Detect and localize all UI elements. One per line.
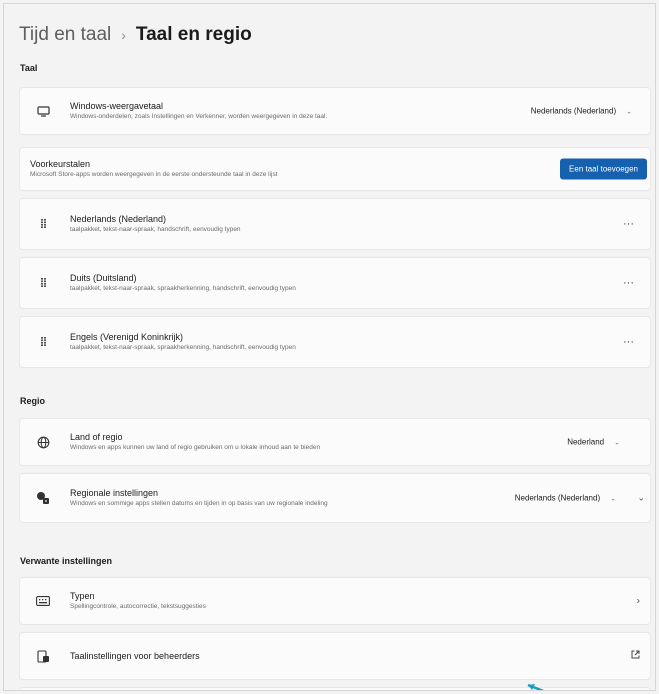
country-value: Nederland [567,437,605,447]
next-row-partial[interactable] [19,687,651,690]
country-region-desc: Windows en apps kunnen uw land of regio … [70,444,321,451]
chevron-down-icon: ⌄ [610,495,616,502]
admin-language-title: Taalinstellingen voor beheerders [70,651,200,661]
display-language-title: Windows-weergavetaal [70,101,164,111]
regional-format-row[interactable]: Regionale instellingen Windows en sommig… [19,473,651,523]
breadcrumb: Tijd en taal › Taal en regio [19,24,252,46]
pointer-arrow-icon [527,683,545,690]
expand-chevron-icon[interactable]: ⌄ [637,493,645,504]
chevron-down-icon: ⌄ [626,108,632,115]
language-item-title: Duits (Duitsland) [70,273,137,283]
more-options-icon[interactable]: ··· [623,277,634,289]
drag-handle-icon[interactable]: ⁞⁞ [35,334,51,350]
display-language-dropdown[interactable]: Nederlands (Nederland) ⌄ [523,103,640,120]
typing-title: Typen [70,591,95,601]
country-dropdown[interactable]: Nederland ⌄ [559,434,628,451]
preferred-languages-title: Voorkeurstalen [30,159,91,169]
drag-handle-icon[interactable]: ⁞⁞ [35,216,51,232]
typing-desc: Spellingcontrole, autocorrectie, tekstsu… [70,603,206,610]
more-options-icon[interactable]: ··· [623,336,634,348]
regional-format-title: Regionale instellingen [70,488,159,498]
regional-format-value: Nederlands (Nederland) [514,493,601,503]
breadcrumb-parent[interactable]: Tijd en taal [19,24,111,46]
admin-language-settings-row[interactable]: Taalinstellingen voor beheerders [19,632,651,680]
preferred-languages-desc: Microsoft Store-apps worden weergegeven … [30,171,278,178]
settings-window: Tijd en taal › Taal en regio Taal Window… [3,3,656,691]
country-region-row[interactable]: Land of regio Windows en apps kunnen uw … [19,418,651,466]
language-item-desc: taalpakket, tekst-naar-spraak, handschri… [70,226,241,233]
typing-row[interactable]: Typen Spellingcontrole, autocorrectie, t… [19,577,651,625]
language-item[interactable]: ⁞⁞ Engels (Verenigd Koninkrijk) taalpakk… [19,316,651,368]
page-title: Taal en regio [135,24,252,45]
regional-format-desc: Windows en sommige apps stellen datums e… [70,500,328,507]
monitor-icon [35,103,51,119]
section-title-taal: Taal [20,63,38,73]
external-link-icon [631,650,640,662]
country-region-title: Land of regio [70,432,123,442]
add-language-button[interactable]: Een taal toevoegen [560,158,647,180]
regional-format-dropdown[interactable]: Nederlands (Nederland) ⌄ [507,490,624,507]
language-item[interactable]: ⁞⁞ Duits (Duitsland) taalpakket, tekst-n… [19,257,651,309]
globe-icon [35,434,51,450]
preferred-languages-row: Voorkeurstalen Microsoft Store-apps word… [19,147,651,191]
keyboard-icon [35,593,51,609]
section-title-verwante: Verwante instellingen [20,556,113,566]
language-item-desc: taalpakket, tekst-naar-spraak, spraakher… [70,285,296,292]
display-language-value: Nederlands (Nederland) [530,106,617,116]
drag-handle-icon[interactable]: ⁞⁞ [35,275,51,291]
language-item[interactable]: ⁞⁞ Nederlands (Nederland) taalpakket, te… [19,198,651,250]
language-item-title: Engels (Verenigd Koninkrijk) [70,332,184,342]
chevron-down-icon: ⌄ [614,439,620,446]
language-item-title: Nederlands (Nederland) [70,214,167,224]
display-language-desc: Windows-onderdelen, zoals Instellingen e… [70,113,328,120]
language-item-desc: taalpakket, tekst-naar-spraak, spraakher… [70,344,296,351]
chevron-right-icon: › [636,595,640,607]
regional-format-icon [35,490,51,506]
breadcrumb-separator: › [121,27,126,43]
more-options-icon[interactable]: ··· [623,218,634,230]
admin-language-icon [35,648,51,664]
section-title-regio: Regio [20,396,46,406]
display-language-row[interactable]: Windows-weergavetaal Windows-onderdelen,… [19,87,651,135]
